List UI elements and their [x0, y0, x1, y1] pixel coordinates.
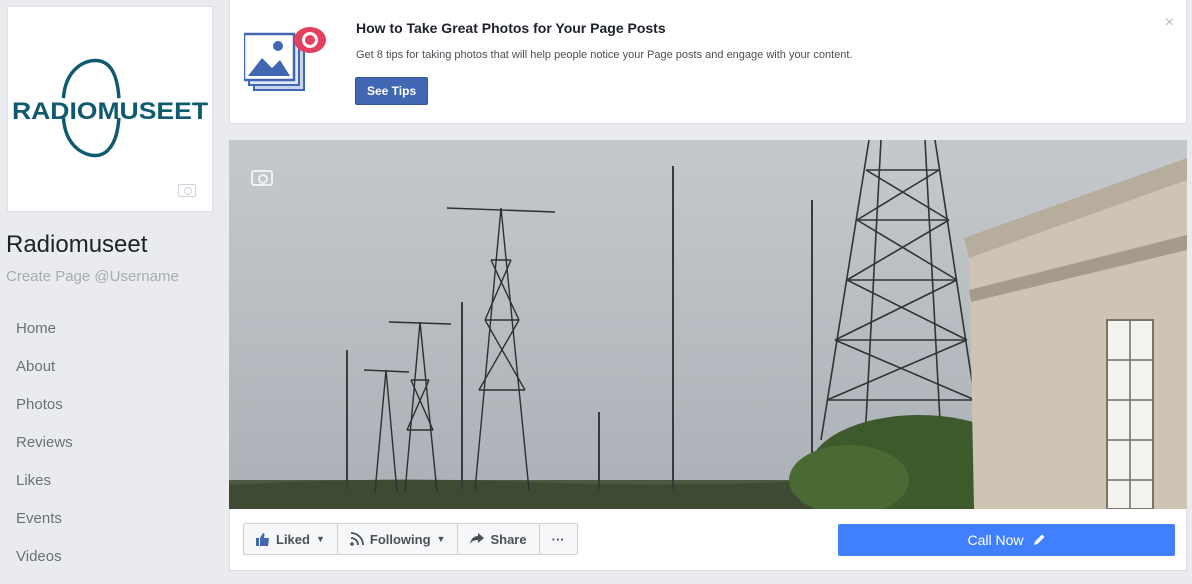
action-button-group: Liked ▼ Following ▼ Share ··· [243, 523, 578, 555]
share-arrow-icon [470, 533, 485, 544]
following-label: Following [369, 531, 431, 547]
profile-picture[interactable]: RADIOMUSEET [7, 6, 213, 212]
caret-down-icon: ▼ [315, 534, 325, 544]
nav-item-videos[interactable]: Videos [16, 546, 73, 584]
close-icon[interactable]: × [1165, 14, 1174, 32]
page-action-bar: Liked ▼ Following ▼ Share ··· Call Now [229, 509, 1187, 571]
nav-item-home[interactable]: Home [16, 318, 73, 356]
call-now-button[interactable]: Call Now [838, 524, 1175, 556]
radiomuseet-logo: RADIOMUSEET [12, 58, 209, 158]
caret-down-icon: ▼ [436, 534, 446, 544]
cover-photo[interactable] [229, 140, 1187, 509]
rss-icon [350, 532, 364, 546]
cover-image [229, 140, 1187, 509]
following-button[interactable]: Following ▼ [336, 523, 459, 555]
page-nav: Home About Photos Reviews Likes Events V… [16, 318, 73, 584]
see-tips-button[interactable]: See Tips [355, 77, 429, 105]
nav-item-photos[interactable]: Photos [16, 394, 73, 432]
thumbs-up-icon [256, 532, 269, 546]
camera-icon[interactable] [178, 184, 196, 197]
more-options-button[interactable]: ··· [538, 523, 578, 555]
create-username-link[interactable]: Create Page @Username [6, 268, 179, 285]
tips-banner: How to Take Great Photos for Your Page P… [229, 0, 1187, 124]
nav-item-likes[interactable]: Likes [16, 470, 73, 508]
more-label: ··· [551, 531, 565, 547]
logo-text: RADIOMUSEET [12, 98, 209, 125]
share-button[interactable]: Share [457, 523, 540, 555]
call-now-label: Call Now [967, 532, 1024, 548]
liked-button[interactable]: Liked ▼ [243, 523, 338, 555]
page-title: Radiomuseet [6, 231, 148, 258]
liked-label: Liked [276, 531, 310, 547]
nav-item-events[interactable]: Events [16, 508, 73, 546]
tips-description: Get 8 tips for taking photos that will h… [356, 49, 853, 61]
nav-item-about[interactable]: About [16, 356, 73, 394]
camera-icon[interactable] [251, 170, 273, 186]
photo-tips-icon [244, 27, 326, 91]
tips-title: How to Take Great Photos for Your Page P… [356, 20, 666, 36]
nav-item-reviews[interactable]: Reviews [16, 432, 73, 470]
pencil-icon[interactable] [1032, 533, 1046, 547]
share-label: Share [490, 531, 527, 547]
